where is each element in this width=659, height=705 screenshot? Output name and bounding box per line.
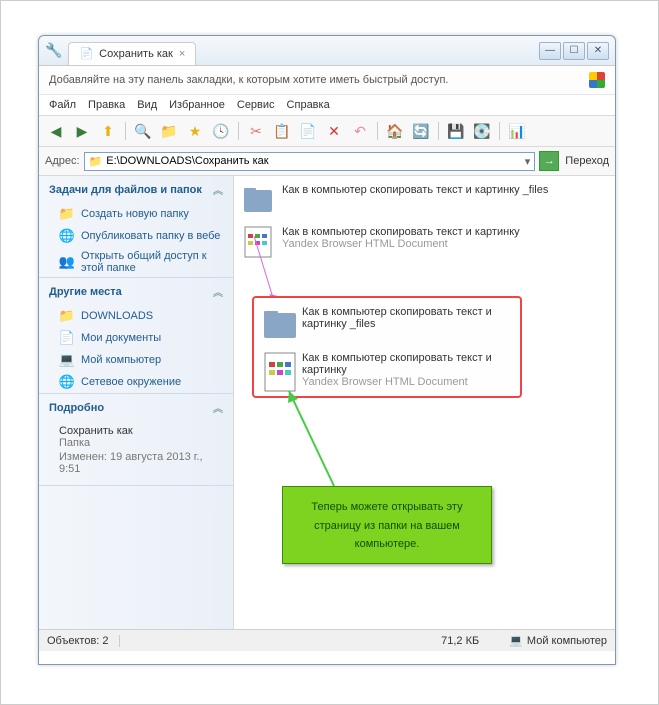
titlebar: 🔧 📄 Сохранить как × — ☐ ✕	[39, 36, 615, 66]
status-size: 71,2 КБ	[411, 635, 509, 647]
folder-icon: 📁	[59, 308, 75, 324]
minimize-button[interactable]: —	[539, 42, 561, 60]
page-icon: 📄	[79, 47, 93, 60]
computer-icon: 💻	[59, 352, 75, 368]
details-header[interactable]: Подробно ︽	[39, 394, 233, 421]
menu-view[interactable]: Вид	[137, 99, 157, 111]
windows-logo-icon	[589, 72, 605, 88]
menu-file[interactable]: Файл	[49, 99, 76, 111]
toolbar: ◀ ▶ ⬆ 🔍 📁 ★ 🕓 ✂ 📋 📄 ✕ ↶ 🏠 🔄 💾 💽 📊	[39, 116, 615, 147]
chevron-up-icon: ︽	[213, 284, 223, 299]
forward-button[interactable]: ▶	[71, 120, 93, 142]
tab-title: Сохранить как	[99, 48, 173, 60]
task-publish[interactable]: 🌐Опубликовать папку в вебе	[39, 225, 233, 247]
folder-icon: 📁	[89, 155, 103, 168]
close-tab-icon[interactable]: ×	[179, 48, 185, 60]
maximize-button[interactable]: ☐	[563, 42, 585, 60]
disconnect-icon[interactable]: 💽	[471, 120, 493, 142]
folder-new-icon: 📁	[59, 206, 75, 222]
explorer-window: 🔧 📄 Сохранить как × — ☐ ✕ Добавляйте на …	[38, 35, 616, 665]
delete-icon[interactable]: ✕	[323, 120, 345, 142]
sidebar: Задачи для файлов и папок ︽ 📁Создать нов…	[39, 176, 234, 629]
cut-icon[interactable]: ✂	[245, 120, 267, 142]
bookmark-prompt: Добавляйте на эту панель закладки, к кот…	[49, 74, 448, 86]
callout-file-folder[interactable]: Как в компьютер скопировать текст и карт…	[262, 306, 512, 338]
close-button[interactable]: ✕	[587, 42, 609, 60]
task-share[interactable]: 👥Открыть общий доступ к этой папке	[39, 247, 233, 277]
paste-icon[interactable]: 📄	[297, 120, 319, 142]
annotation-note: Теперь можете открывать эту страницу из …	[282, 486, 492, 564]
detail-modified: Изменен: 19 августа 2013 г., 9:51	[59, 451, 223, 475]
place-computer[interactable]: 💻Мой компьютер	[39, 349, 233, 371]
menubar: Файл Правка Вид Избранное Сервис Справка	[39, 95, 615, 116]
folder-large-icon	[262, 306, 294, 338]
address-input[interactable]: 📁 E:\DOWNLOADS\Сохранить как ▾	[84, 152, 536, 171]
wrench-icon: 🔧	[45, 42, 62, 59]
undo-icon[interactable]: ↶	[349, 120, 371, 142]
dropdown-icon[interactable]: ▾	[525, 155, 531, 168]
views-icon[interactable]: 📊	[506, 120, 528, 142]
status-location: 💻Мой компьютер	[509, 634, 607, 647]
history-icon[interactable]: 🕓	[210, 120, 232, 142]
callout-box: Как в компьютер скопировать текст и карт…	[252, 296, 522, 398]
file-html[interactable]: Как в компьютер скопировать текст и карт…	[242, 226, 607, 258]
copy-icon[interactable]: 📋	[271, 120, 293, 142]
map-drive-icon[interactable]: 💾	[445, 120, 467, 142]
bookmark-bar: Добавляйте на эту панель закладки, к кот…	[39, 66, 615, 95]
folder-large-icon	[242, 184, 274, 216]
statusbar: Объектов: 2 71,2 КБ 💻Мой компьютер	[39, 629, 615, 651]
sync-icon[interactable]: 🔄	[410, 120, 432, 142]
menu-help[interactable]: Справка	[287, 99, 330, 111]
status-objects: Объектов: 2	[47, 635, 120, 647]
chevron-up-icon: ︽	[213, 400, 223, 415]
callout-file-html[interactable]: Как в компьютер скопировать текст и карт…	[262, 352, 512, 388]
task-new-folder[interactable]: 📁Создать новую папку	[39, 203, 233, 225]
publish-icon: 🌐	[59, 228, 75, 244]
documents-icon: 📄	[59, 330, 75, 346]
address-value: E:\DOWNLOADS\Сохранить как	[106, 155, 268, 167]
menu-edit[interactable]: Правка	[88, 99, 125, 111]
home-icon[interactable]: 🏠	[384, 120, 406, 142]
browser-tab[interactable]: 📄 Сохранить как ×	[68, 42, 196, 66]
menu-tools[interactable]: Сервис	[237, 99, 275, 111]
back-button[interactable]: ◀	[45, 120, 67, 142]
addressbar: Адрес: 📁 E:\DOWNLOADS\Сохранить как ▾ → …	[39, 147, 615, 176]
place-documents[interactable]: 📄Мои документы	[39, 327, 233, 349]
search-icon[interactable]: 🔍	[132, 120, 154, 142]
html-doc-icon	[262, 352, 294, 384]
share-icon: 👥	[59, 254, 75, 270]
favorites-icon[interactable]: ★	[184, 120, 206, 142]
network-icon: 🌐	[59, 374, 75, 390]
menu-favorites[interactable]: Избранное	[169, 99, 225, 111]
go-label: Переход	[565, 155, 609, 167]
folders-icon[interactable]: 📁	[158, 120, 180, 142]
computer-icon: 💻	[509, 634, 523, 647]
up-button[interactable]: ⬆	[97, 120, 119, 142]
go-button[interactable]: →	[539, 151, 559, 171]
tasks-header[interactable]: Задачи для файлов и папок ︽	[39, 176, 233, 203]
file-folder[interactable]: Как в компьютер скопировать текст и карт…	[242, 184, 607, 216]
detail-type: Папка	[59, 437, 223, 449]
address-label: Адрес:	[45, 155, 80, 167]
place-downloads[interactable]: 📁DOWNLOADS	[39, 305, 233, 327]
file-pane: Как в компьютер скопировать текст и карт…	[234, 176, 615, 629]
places-header[interactable]: Другие места ︽	[39, 278, 233, 305]
detail-name: Сохранить как	[59, 425, 223, 437]
html-doc-icon	[242, 226, 274, 258]
chevron-up-icon: ︽	[213, 182, 223, 197]
place-network[interactable]: 🌐Сетевое окружение	[39, 371, 233, 393]
